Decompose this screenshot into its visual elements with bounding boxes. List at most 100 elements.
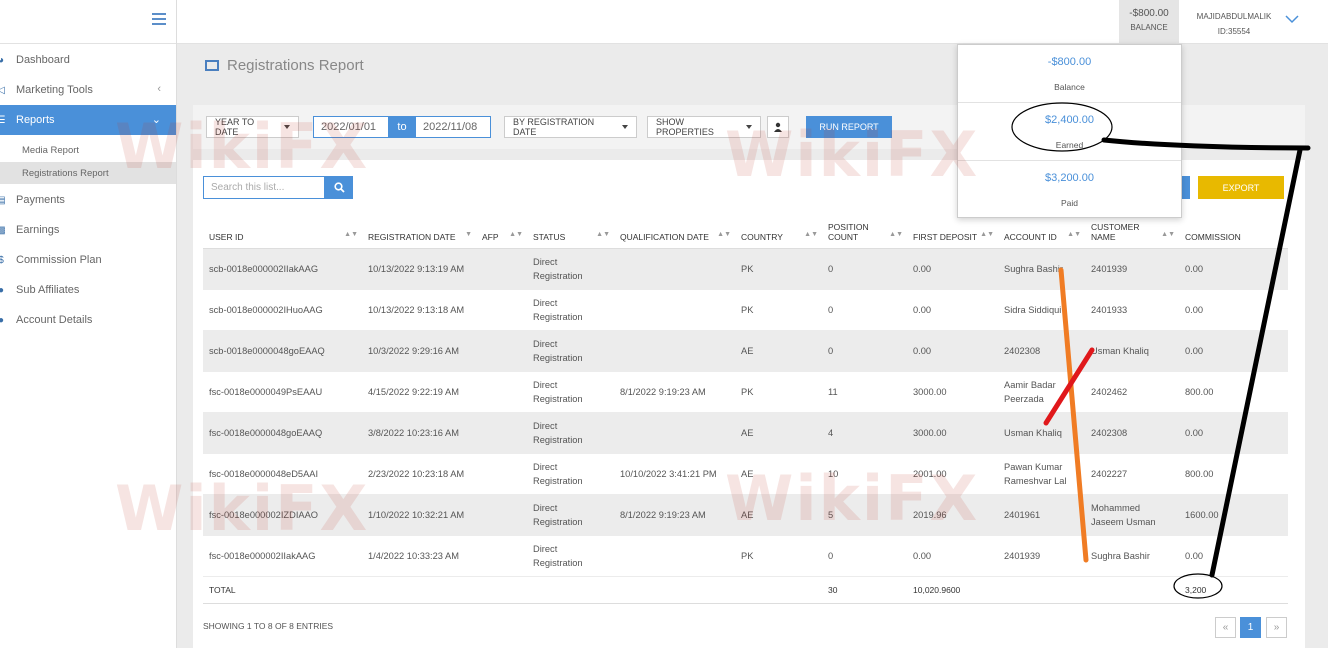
date-type-dropdown[interactable]: BY REGISTRATION DATE (504, 116, 637, 138)
sort-desc-icon: ▼ (465, 230, 472, 238)
paid-value: $3,200.00 (1045, 172, 1094, 184)
date-type-label: BY REGISTRATION DATE (513, 117, 595, 137)
properties-dropdown[interactable]: SHOW PROPERTIES (647, 116, 761, 138)
properties-label: SHOW PROPERTIES (656, 117, 714, 137)
cell-country: AE (735, 494, 822, 536)
cell-afp (476, 248, 527, 290)
col-header-commission[interactable]: COMMISSION (1179, 213, 1288, 249)
cell-commission: 0.00 (1179, 330, 1288, 372)
col-header-status[interactable]: STATUS ▲▼ (527, 213, 614, 249)
user-menu[interactable]: MAJIDABDULMALIK ID:35554 (1194, 9, 1274, 39)
search-placeholder: Search this list... (211, 182, 285, 193)
cell-registration-date: 4/15/2022 9:22:19 AM (362, 371, 476, 413)
col-header-country[interactable]: COUNTRY ▲▼ (735, 213, 822, 249)
cell-afp (476, 412, 527, 454)
pager-prev-label: « (1222, 622, 1229, 633)
sidebar-item-reports[interactable]: ☰ Reports ⌄ (0, 105, 176, 135)
cell-afp (476, 289, 527, 331)
cell-afp (476, 330, 527, 372)
export-button[interactable]: EXPORT (1198, 176, 1284, 199)
cell-country: AE (735, 453, 822, 495)
total-empty (362, 575, 476, 604)
col-header-label: FIRST DEPOSIT (913, 231, 978, 242)
cell-user-id: fsc-0018e0000048goEAAQ (203, 412, 362, 454)
cell-first-deposit: 2001.00 (907, 453, 998, 495)
cell-account-id: 2401961 (998, 494, 1085, 536)
balance-value-label: Balance (1054, 82, 1085, 92)
menu-toggle-icon[interactable] (152, 13, 166, 25)
sort-icon: ▲▼ (804, 230, 818, 238)
sidebar-item-account-details[interactable]: ● Account Details (0, 305, 176, 335)
col-header-afp[interactable]: AFP ▲▼ (476, 213, 527, 249)
date-to-label: to (397, 121, 407, 133)
balance-dropdown: -$800.00 Balance $2,400.00 Earned $3,200… (957, 44, 1182, 218)
top-bar: -$800.00 BALANCE MAJIDABDULMALIK ID:3555… (177, 0, 1328, 44)
pager-page-1-button[interactable]: 1 (1240, 617, 1261, 638)
sidebar-subitem-registrations-report[interactable]: Registrations Report (0, 162, 176, 184)
sidebar-item-dashboard[interactable]: ◕ Dashboard (0, 45, 176, 75)
sidebar-item-marketing-tools[interactable]: ◁ Marketing Tools ‹ (0, 75, 176, 105)
user-id: ID:35554 (1217, 27, 1251, 36)
date-to-input[interactable]: 2022/11/08 (415, 116, 491, 138)
cell-commission: 800.00 (1179, 371, 1288, 413)
sidebar-item-payments[interactable]: ▤ Payments (0, 185, 176, 215)
sidebar-subitem-media-report[interactable]: Media Report (0, 139, 176, 161)
col-header-user-id[interactable]: USER ID ▲▼ (203, 213, 362, 249)
list-icon: ☰ (0, 114, 6, 126)
total-position-count: 30 (822, 575, 907, 604)
table-row: fsc-0018e0000048eD5AAI 2/23/2022 10:23:18… (203, 453, 1288, 495)
cell-position-count: 11 (822, 371, 907, 413)
col-header-label: QUALIFICATION DATE (620, 231, 709, 242)
sidebar-item-label: Commission Plan (16, 254, 102, 266)
col-header-label: REGISTRATION DATE (368, 231, 456, 242)
cell-country: AE (735, 330, 822, 372)
cell-user-id: scb-0018e0000048goEAAQ (203, 330, 362, 372)
cell-afp (476, 371, 527, 413)
date-from-input[interactable]: 2022/01/01 (313, 116, 389, 138)
cell-status: Direct Registration (527, 289, 614, 331)
cell-afp (476, 453, 527, 495)
cell-afp (476, 494, 527, 536)
registrations-table: USER ID ▲▼ REGISTRATION DATE ▼ AFP ▲▼ STATU… (203, 213, 1288, 604)
cell-position-count: 5 (822, 494, 907, 536)
col-header-position-count[interactable]: POSITION COUNT ▲▼ (822, 213, 907, 249)
username: MAJIDABDULMALIK (1196, 12, 1272, 21)
cell-user-id: fsc-0018e000002IIakAAG (203, 535, 362, 577)
cell-country: PK (735, 248, 822, 290)
users-icon: ● (0, 284, 5, 296)
cell-qualification-date: 8/1/2022 9:19:23 AM (614, 371, 735, 413)
cell-first-deposit: 0.00 (907, 289, 998, 331)
total-empty (735, 575, 822, 604)
sidebar-item-sub-affiliates[interactable]: ● Sub Affiliates (0, 275, 176, 305)
user-filter-button[interactable] (767, 116, 789, 138)
sidebar-subitem-label: Media Report (22, 144, 80, 156)
cell-qualification-date (614, 248, 735, 290)
chevron-down-icon[interactable] (1285, 12, 1299, 26)
run-report-button[interactable]: RUN REPORT (806, 116, 892, 138)
cell-registration-date: 1/10/2022 10:32:21 AM (362, 494, 476, 536)
pager-prev-button[interactable]: « (1215, 617, 1236, 638)
col-header-qualification-date[interactable]: QUALIFICATION DATE ▲▼ (614, 213, 735, 249)
col-header-label: CUSTOMER NAME (1091, 221, 1140, 242)
page-title-text: Registrations Report (227, 57, 364, 74)
sidebar-item-label: Marketing Tools (16, 84, 93, 96)
sidebar-item-label: Payments (16, 194, 65, 206)
pager-next-button[interactable]: » (1266, 617, 1287, 638)
cell-position-count: 0 (822, 330, 907, 372)
sidebar-item-earnings[interactable]: ▩ Earnings (0, 215, 176, 245)
period-dropdown[interactable]: YEAR TO DATE (206, 116, 299, 138)
search-button[interactable] (325, 176, 353, 199)
search-input[interactable]: Search this list... (203, 176, 325, 199)
credit-card-icon: ▤ (0, 194, 6, 206)
cell-user-id: fsc-0018e0000048eD5AAI (203, 453, 362, 495)
cell-account-id: Pawan Kumar Rameshvar Lal (998, 453, 1085, 495)
balance-summary[interactable]: -$800.00 BALANCE (1119, 0, 1179, 43)
cell-account-id: Sidra Siddiqui (998, 289, 1085, 331)
col-header-label: COMMISSION (1185, 231, 1241, 242)
col-header-registration-date[interactable]: REGISTRATION DATE ▼ (362, 213, 476, 249)
total-empty (527, 575, 614, 604)
sidebar-item-commission-plan[interactable]: $ Commission Plan (0, 245, 176, 275)
cell-registration-date: 10/13/2022 9:13:19 AM (362, 248, 476, 290)
cell-customer-name: Mohammed Jaseem Usman (1085, 494, 1179, 536)
sidebar-item-label: Dashboard (16, 54, 70, 66)
